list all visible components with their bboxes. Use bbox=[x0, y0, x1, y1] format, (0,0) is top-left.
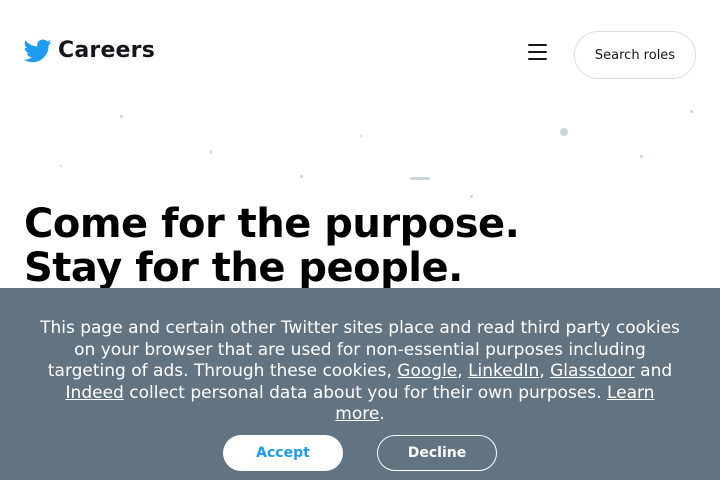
cookie-period: . bbox=[379, 404, 385, 424]
decline-cookies-button[interactable]: Decline bbox=[377, 435, 497, 471]
hamburger-menu-icon[interactable] bbox=[528, 44, 550, 64]
linkedin-link[interactable]: LinkedIn bbox=[468, 361, 539, 381]
accept-cookies-button[interactable]: Accept bbox=[223, 435, 343, 471]
search-roles-button[interactable]: Search roles bbox=[574, 31, 696, 79]
brand-logo-link[interactable]: Careers bbox=[24, 38, 155, 63]
hero-speck bbox=[360, 135, 362, 137]
hero-speck bbox=[690, 110, 693, 113]
hero-speck bbox=[60, 165, 62, 167]
cookie-consent-banner: This page and certain other Twitter site… bbox=[0, 288, 720, 480]
hero-headline-line2: Stay for the people. bbox=[24, 245, 463, 291]
hero-speck bbox=[560, 128, 568, 136]
hero-speck bbox=[410, 177, 430, 180]
hero-speck bbox=[300, 175, 303, 178]
cookie-text-part2: collect personal data about you for thei… bbox=[129, 382, 602, 403]
cookie-separator: , bbox=[539, 361, 545, 381]
brand-title: Careers bbox=[58, 38, 156, 63]
twitter-bird-icon bbox=[24, 38, 52, 63]
hero-speck bbox=[470, 195, 473, 198]
hero-speck bbox=[640, 155, 643, 158]
indeed-link[interactable]: Indeed bbox=[66, 383, 124, 403]
hero-headline-line1: Come for the purpose. bbox=[24, 201, 520, 247]
google-link[interactable]: Google bbox=[397, 361, 457, 381]
hero-speck bbox=[120, 115, 123, 118]
site-header: Careers Search roles bbox=[0, 0, 720, 100]
hero-speck bbox=[210, 150, 212, 154]
glassdoor-link[interactable]: Glassdoor bbox=[550, 361, 635, 381]
hero-headline: Come for the purpose. Stay for the peopl… bbox=[24, 201, 520, 291]
cookie-separator: , bbox=[457, 361, 463, 381]
cookie-and-word: and bbox=[640, 361, 673, 381]
cookie-notice-text: This page and certain other Twitter site… bbox=[40, 318, 680, 426]
